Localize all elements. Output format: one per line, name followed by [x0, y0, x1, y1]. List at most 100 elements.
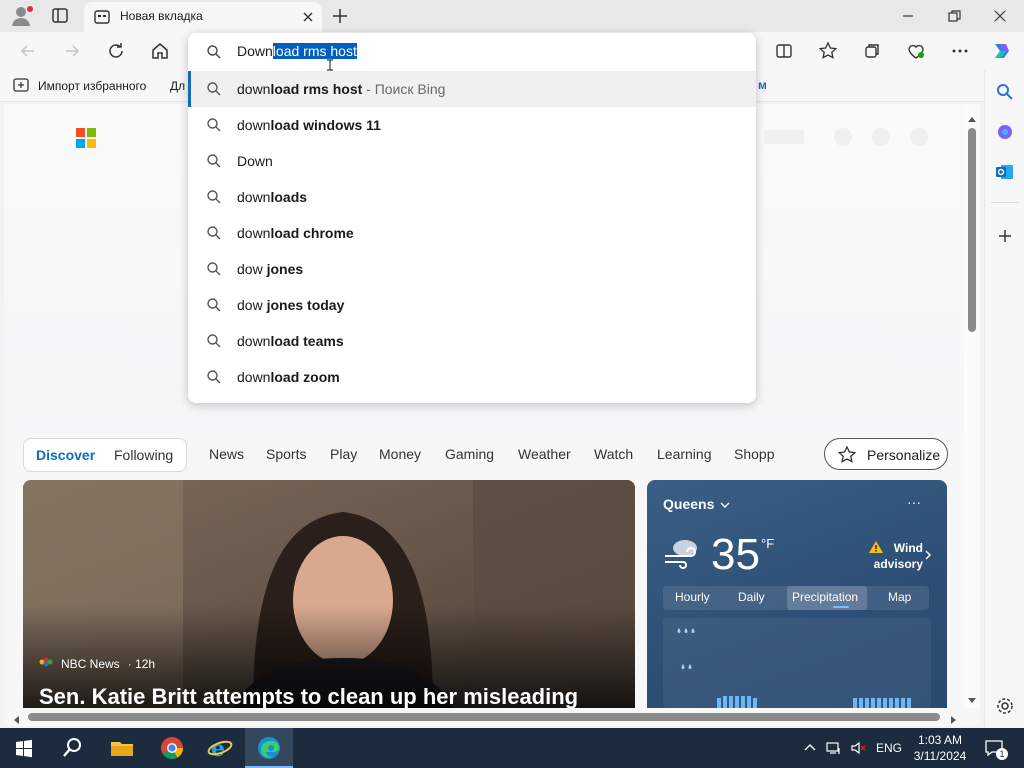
address-bar-input[interactable]: Download rms host: [188, 33, 756, 71]
scroll-up-icon[interactable]: [967, 110, 977, 128]
clock-time: 1:03 AM: [917, 733, 963, 747]
weather-tab-hourly[interactable]: Hourly: [675, 590, 710, 604]
feed-nav-play[interactable]: Play: [330, 446, 357, 462]
sidebar-add-icon[interactable]: [995, 226, 1015, 246]
weather-temperature: 35: [711, 530, 760, 579]
weather-card[interactable]: Queens ··· 35 °F Wind advisory Hourly Da…: [647, 480, 947, 708]
restore-icon[interactable]: [944, 6, 964, 26]
favorites-overflow-text[interactable]: м: [758, 78, 767, 92]
autocomplete-selection: load rms host: [272, 43, 357, 59]
tab-discover[interactable]: Discover: [36, 447, 95, 463]
clock[interactable]: 1:03 AM 3/11/2024: [912, 732, 968, 764]
feed-nav-gaming[interactable]: Gaming: [445, 446, 494, 462]
close-window-icon[interactable]: [990, 6, 1010, 26]
feed-nav-shopping[interactable]: Shopp: [734, 446, 774, 462]
suggestion-item[interactable]: download zoom: [188, 359, 756, 395]
feed-toggle: Discover Following: [23, 438, 187, 472]
horizontal-scroll-thumb[interactable]: [28, 713, 940, 721]
feed-nav-news[interactable]: News: [209, 446, 244, 462]
suggestion-item[interactable]: download windows 11: [188, 107, 756, 143]
suggestion-text: download zoom: [237, 369, 340, 385]
suggestion-item[interactable]: dow jones: [188, 251, 756, 287]
windows-start-icon[interactable]: [10, 734, 38, 762]
weather-location[interactable]: Queens: [663, 496, 714, 512]
sidebar-search-icon[interactable]: [995, 82, 1015, 102]
weather-tab-map[interactable]: Map: [888, 590, 911, 604]
wind-weather-icon: [663, 536, 703, 570]
weather-more-icon[interactable]: ···: [907, 494, 921, 510]
feed-nav-sports[interactable]: Sports: [266, 446, 306, 462]
microsoft-logo[interactable]: [76, 128, 96, 148]
show-hidden-icons-icon[interactable]: [802, 740, 818, 756]
tab-new-tab[interactable]: Новая вкладка: [84, 2, 322, 32]
suggestion-item[interactable]: downloads: [188, 179, 756, 215]
svg-text:e: e: [211, 736, 225, 762]
favorites-star-icon[interactable]: [818, 41, 838, 61]
tab-following[interactable]: Following: [114, 447, 173, 463]
suggestion-item[interactable]: dow jones today: [188, 287, 756, 323]
network-icon[interactable]: [826, 740, 842, 756]
close-tab-icon[interactable]: [300, 9, 316, 25]
new-tab-button[interactable]: [330, 6, 350, 26]
suggestion-completion: load teams: [270, 333, 344, 349]
suggestion-text: Down: [237, 153, 273, 169]
tab-actions-icon[interactable]: [48, 5, 72, 27]
suggestion-item[interactable]: download chrome: [188, 215, 756, 251]
feed-nav-learning[interactable]: Learning: [657, 446, 712, 462]
suggestion-item[interactable]: download teams: [188, 323, 756, 359]
feed-nav-money[interactable]: Money: [379, 446, 421, 462]
browser-essentials-icon[interactable]: [906, 41, 926, 61]
forward-icon[interactable]: [62, 41, 82, 61]
profile-icon[interactable]: [8, 4, 36, 28]
language-indicator[interactable]: ENG: [876, 741, 902, 755]
home-icon[interactable]: [150, 41, 170, 61]
horizontal-scrollbar[interactable]: [4, 708, 980, 726]
sidebar-settings-icon[interactable]: [995, 696, 1015, 716]
typed-text: Down: [237, 43, 273, 59]
news-headline[interactable]: Sen. Katie Britt attempts to clean up he…: [39, 684, 578, 708]
feed-nav-watch[interactable]: Watch: [594, 446, 633, 462]
weather-tab-indicator: [833, 606, 849, 608]
faded-header-element: [764, 130, 804, 144]
search-icon: [206, 117, 222, 133]
weather-unit: °F: [761, 536, 775, 551]
edge-sidebar: [984, 70, 1024, 728]
collections-icon[interactable]: [862, 41, 882, 61]
internet-explorer-icon[interactable]: e: [206, 734, 234, 762]
edge-icon[interactable]: [255, 734, 283, 762]
personalize-button[interactable]: Personalize: [824, 438, 948, 470]
chrome-icon[interactable]: [158, 734, 186, 762]
clock-date: 3/11/2024: [913, 749, 967, 763]
vertical-scrollbar[interactable]: [964, 104, 980, 708]
minimize-icon[interactable]: [898, 6, 918, 26]
refresh-icon[interactable]: [106, 41, 126, 61]
weather-alert-line2: advisory: [873, 557, 923, 571]
split-screen-icon[interactable]: [774, 41, 794, 61]
more-options-icon[interactable]: [950, 41, 970, 61]
suggestion-prefix: down: [237, 225, 271, 241]
vertical-scroll-thumb[interactable]: [968, 128, 976, 332]
feed-nav-weather[interactable]: Weather: [518, 446, 571, 462]
suggestion-text: dow jones: [237, 261, 303, 277]
chevron-down-icon[interactable]: [719, 498, 731, 510]
chevron-right-icon[interactable]: [923, 548, 933, 560]
suggestion-item[interactable]: download rms host - Поиск Bing: [188, 71, 756, 107]
volume-muted-icon[interactable]: [850, 740, 866, 756]
weather-tab-precipitation[interactable]: Precipitation: [792, 590, 858, 604]
sidebar-outlook-icon[interactable]: [995, 162, 1015, 182]
address-bar-dropdown: Download rms host download rms host - По…: [188, 33, 756, 403]
file-explorer-icon[interactable]: [108, 734, 136, 762]
weather-alert[interactable]: Wind advisory: [867, 540, 923, 572]
news-card[interactable]: NBC News · 12h Sen. Katie Britt attempts…: [23, 480, 635, 708]
address-bar-text: Download rms host: [237, 43, 357, 59]
back-icon[interactable]: [18, 41, 38, 61]
suggestion-completion: jones today: [266, 297, 345, 313]
import-favorites-link[interactable]: Импорт избранного: [12, 77, 146, 95]
weather-tab-daily[interactable]: Daily: [738, 590, 765, 604]
precipitation-chart: [663, 618, 931, 708]
sidebar-discover-icon[interactable]: [995, 122, 1015, 142]
favorites-item-partial[interactable]: Дл: [170, 79, 185, 93]
search-icon[interactable]: [58, 734, 86, 762]
copilot-icon[interactable]: [990, 39, 1014, 63]
suggestion-item[interactable]: Down: [188, 143, 756, 179]
